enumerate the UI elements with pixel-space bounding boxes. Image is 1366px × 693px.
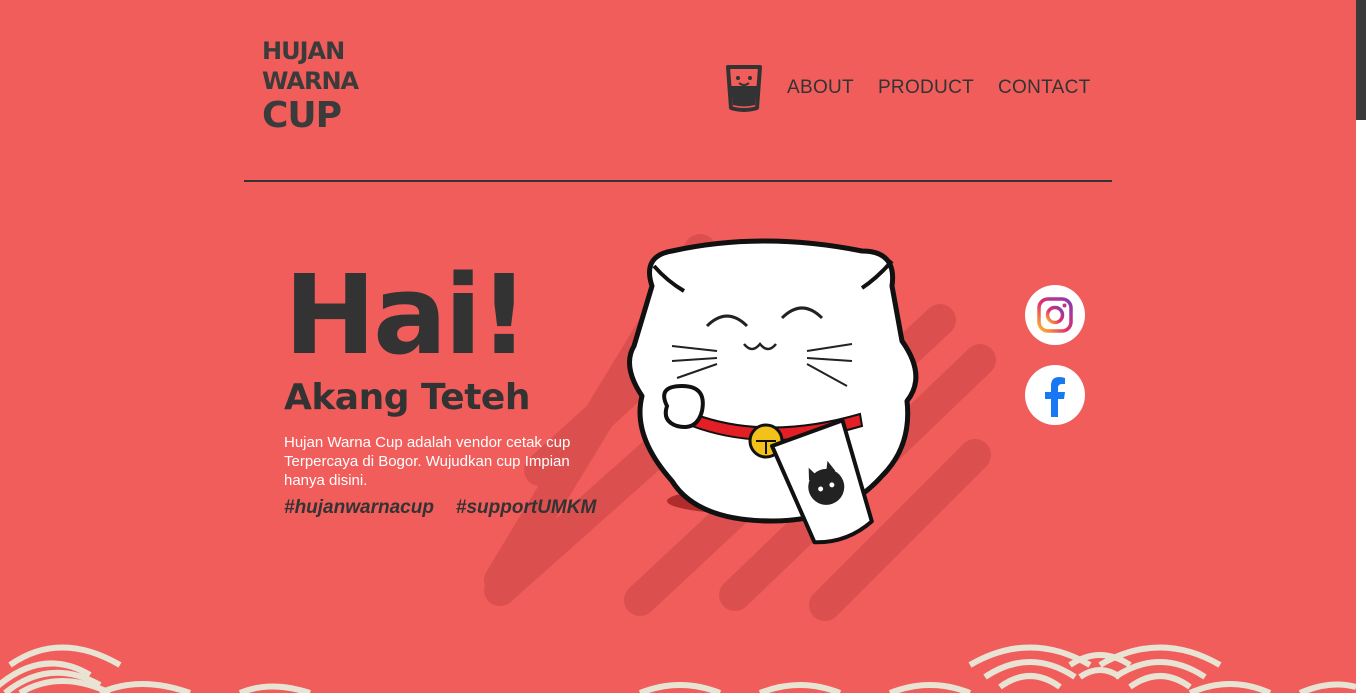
logo-line-2: WARNA — [262, 67, 359, 95]
scrollbar-thumb[interactable] — [1356, 0, 1366, 120]
wave-pattern-decoration — [0, 644, 1356, 693]
logo-line-1: HUJAN — [262, 37, 345, 65]
hero-title: Hai! — [284, 251, 529, 379]
nav-link-about[interactable]: ABOUT — [787, 77, 854, 99]
lucky-cat-illustration — [627, 238, 919, 545]
main-nav: ABOUT PRODUCT CONTACT — [725, 64, 1115, 112]
scrollbar[interactable] — [1356, 0, 1366, 693]
instagram-button[interactable] — [1025, 285, 1085, 345]
instagram-icon — [1037, 297, 1073, 333]
hashtag: #hujanwarnacup — [284, 497, 434, 518]
facebook-icon — [1045, 377, 1065, 417]
hashtag: #supportUMKM — [455, 497, 597, 518]
nav-link-contact[interactable]: CONTACT — [998, 77, 1091, 99]
cup-icon — [725, 64, 763, 112]
brand-logo[interactable]: HUJAN WARNA CUP — [262, 36, 359, 140]
hero-description: Hujan Warna Cup adalah vendor cetak cup … — [284, 434, 571, 489]
facebook-button[interactable] — [1025, 365, 1085, 425]
nav-link-product[interactable]: PRODUCT — [878, 77, 974, 99]
hashtag-list: #hujanwarnacup #supportUMKM — [284, 497, 618, 519]
hero-subtitle: Akang Teteh — [284, 377, 530, 418]
header-divider — [244, 180, 1112, 182]
logo-line-3: CUP — [262, 95, 342, 136]
